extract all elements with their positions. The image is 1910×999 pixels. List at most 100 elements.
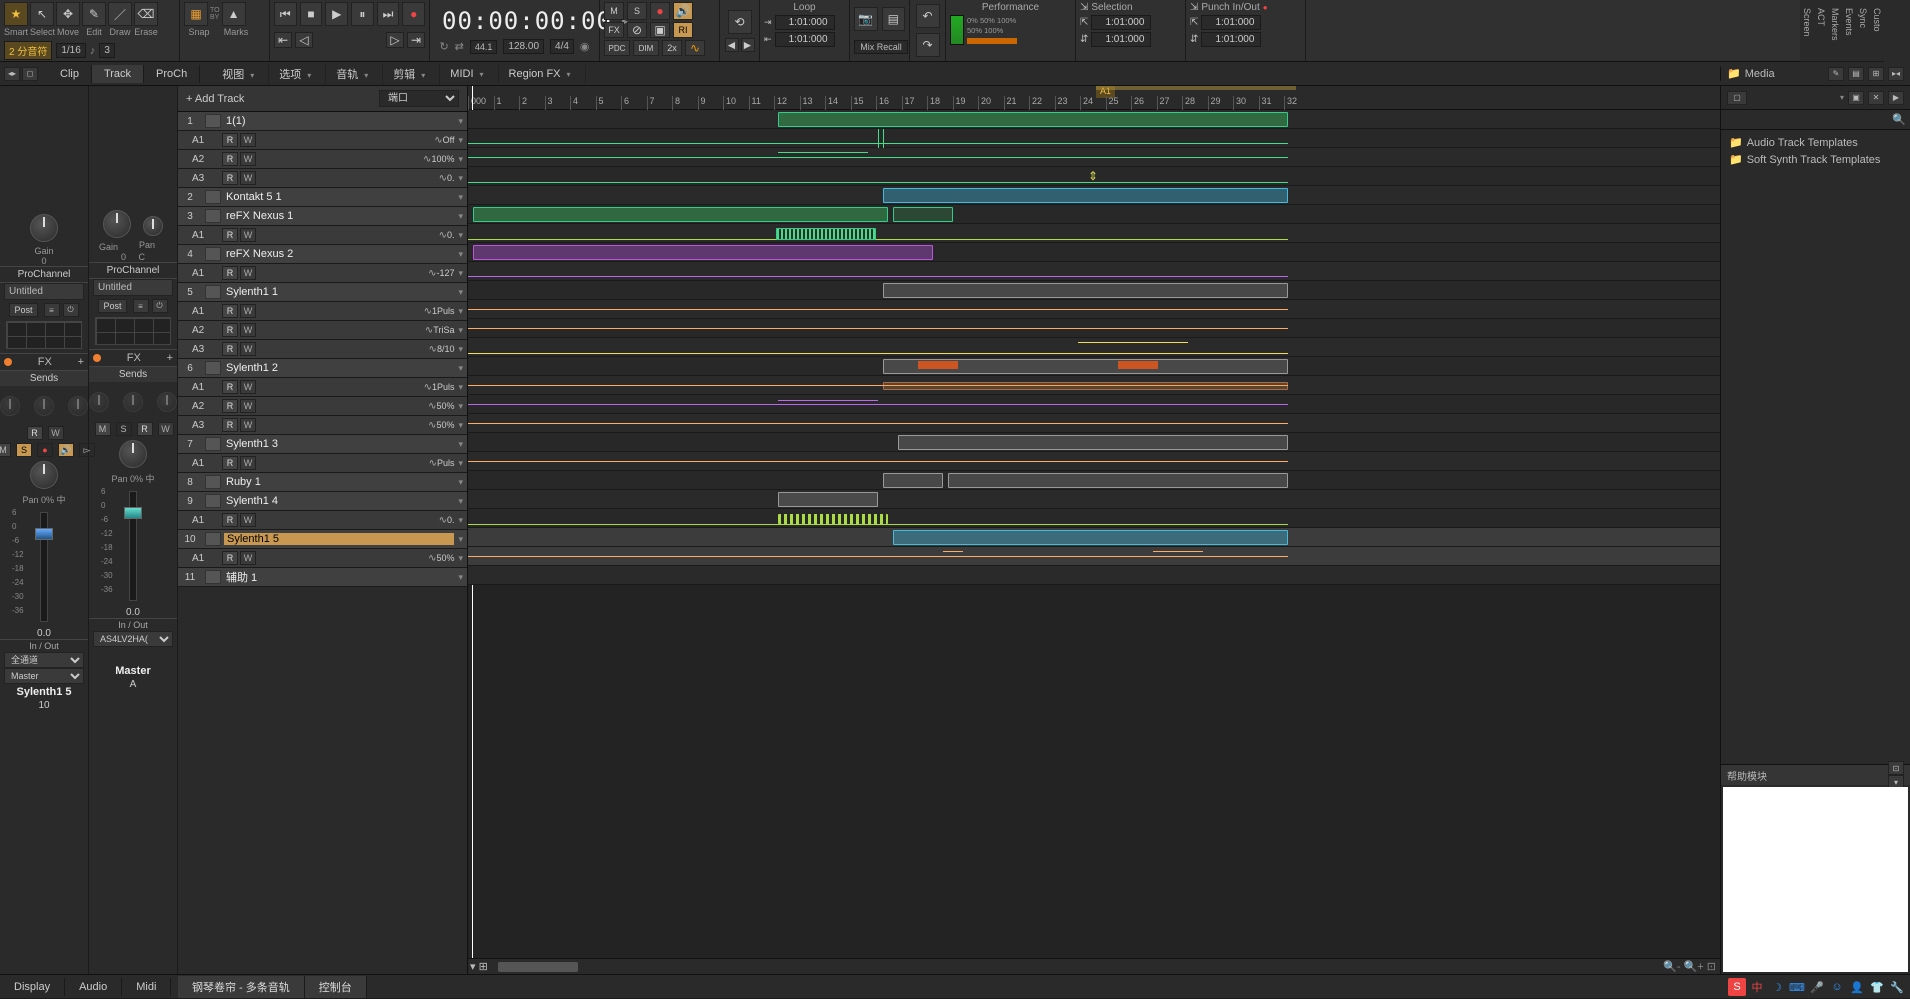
- auto-write-button[interactable]: W: [240, 266, 256, 280]
- loop-region[interactable]: [1096, 86, 1296, 90]
- automation-line[interactable]: [468, 461, 1288, 462]
- punch-icon[interactable]: ⇲: [1190, 2, 1198, 13]
- wave-button[interactable]: ∿: [685, 40, 705, 56]
- loop-start[interactable]: 1:01:000: [775, 15, 835, 30]
- snap-grid-button[interactable]: ▦: [184, 2, 208, 26]
- track-name[interactable]: Kontakt 5 1: [224, 191, 454, 203]
- ripple-prev[interactable]: ◄: [725, 38, 739, 52]
- inspector-collapse[interactable]: ◂▸: [4, 67, 20, 81]
- track-name[interactable]: Sylenth1 1: [224, 286, 454, 298]
- track-automation-row[interactable]: A1 R W ∿ -127 ▾: [178, 264, 467, 283]
- vtab-screen[interactable]: Screen: [1800, 0, 1814, 62]
- track-menu-icon[interactable]: ▾: [454, 192, 467, 203]
- auto-read-button[interactable]: R: [222, 304, 238, 318]
- timeline-lane[interactable]: [468, 547, 1720, 566]
- clip[interactable]: [883, 283, 1288, 298]
- track-name[interactable]: Ruby 1: [224, 476, 454, 488]
- auto-read-button[interactable]: R: [222, 133, 238, 147]
- volume-fader[interactable]: [40, 512, 48, 622]
- loop-end[interactable]: 1:01:000: [775, 32, 835, 47]
- track-lanes[interactable]: ⇕: [468, 110, 1720, 585]
- forward-button[interactable]: ⏭: [377, 2, 400, 26]
- timeline-lane[interactable]: [468, 509, 1720, 528]
- automation-line[interactable]: [468, 239, 1288, 240]
- step-back-button[interactable]: ◁: [295, 32, 313, 48]
- timeline-lane[interactable]: [468, 528, 1720, 547]
- automation-line[interactable]: [468, 182, 1288, 183]
- auto-menu-icon[interactable]: ▾: [454, 306, 467, 317]
- tb-shirt-icon[interactable]: 👕: [1868, 978, 1886, 996]
- auto-write-button[interactable]: W: [240, 551, 256, 565]
- ripple-button[interactable]: ⟲: [728, 10, 752, 34]
- auto-menu-icon[interactable]: ▾: [454, 401, 467, 412]
- zoom-controls[interactable]: 🔍- 🔍+ ⊡: [1663, 960, 1716, 973]
- auto-write-button[interactable]: W: [240, 323, 256, 337]
- tb-moon-icon[interactable]: ☽: [1768, 978, 1786, 996]
- tempo-display[interactable]: 128.00: [503, 39, 544, 54]
- tb-tool-icon[interactable]: 🔧: [1888, 978, 1906, 996]
- timeline-lane[interactable]: [468, 300, 1720, 319]
- sel-from-icon[interactable]: ⇲: [1080, 2, 1088, 13]
- auto-menu-icon[interactable]: ▾: [454, 344, 467, 355]
- track-name[interactable]: 辅助 1: [224, 569, 454, 585]
- goto-start-button[interactable]: ⇤: [274, 32, 292, 48]
- browser-location[interactable]: ▢: [1727, 91, 1747, 105]
- prochannel-label[interactable]: ProChannel: [0, 266, 88, 283]
- browser-opt2[interactable]: ▤: [1848, 67, 1864, 81]
- automation-line[interactable]: [468, 353, 1288, 354]
- clip[interactable]: [883, 473, 943, 488]
- timeline-lane[interactable]: [468, 281, 1720, 300]
- tree-item-synth-templates[interactable]: 📁Soft Synth Track Templates: [1725, 151, 1906, 168]
- snap-mou-display[interactable]: 3: [99, 43, 115, 58]
- track-name[interactable]: reFX Nexus 2: [224, 248, 454, 260]
- auto-read-button[interactable]: R: [222, 380, 238, 394]
- auto-write-button[interactable]: W: [240, 304, 256, 318]
- track-header-1[interactable]: 1 1(1) ▾: [178, 112, 467, 131]
- post-button[interactable]: Post: [9, 303, 37, 317]
- tb-ime-icon[interactable]: 中: [1748, 978, 1766, 996]
- tb-mic-icon[interactable]: 🎤: [1808, 978, 1826, 996]
- browser-opt1[interactable]: ✎: [1828, 67, 1844, 81]
- automation-line[interactable]: [468, 524, 1288, 525]
- vtab-act[interactable]: ACT: [1814, 0, 1828, 62]
- play-button[interactable]: ▶: [325, 2, 348, 26]
- punch-out[interactable]: 1:01:000: [1201, 32, 1261, 47]
- automation-line[interactable]: [468, 157, 1288, 158]
- auto-menu-icon[interactable]: ▾: [454, 553, 467, 564]
- tab-midi[interactable]: Midi: [122, 978, 171, 996]
- track-menu-icon[interactable]: ▾: [454, 572, 467, 583]
- insp-mon[interactable]: 🔊: [58, 443, 74, 457]
- loop-icon[interactable]: ↻: [439, 40, 448, 53]
- insp-r[interactable]: R: [27, 426, 43, 440]
- tab-proch[interactable]: ProCh: [144, 65, 200, 83]
- dim-button[interactable]: DIM: [633, 40, 659, 56]
- undo-button[interactable]: ↶: [916, 4, 940, 28]
- menu-clips[interactable]: 剪辑: [383, 63, 440, 85]
- output-select[interactable]: Master: [4, 668, 84, 684]
- auto-menu-icon[interactable]: ▾: [454, 135, 467, 146]
- timeline-lane[interactable]: [468, 376, 1720, 395]
- metronome-icon[interactable]: ◉: [580, 40, 590, 53]
- track-header-5[interactable]: 5 Sylenth1 1 ▾: [178, 283, 467, 302]
- auto-read-button[interactable]: R: [222, 228, 238, 242]
- track-menu-icon[interactable]: ▾: [454, 363, 467, 374]
- auto-write-button[interactable]: W: [240, 133, 256, 147]
- automation-line[interactable]: [468, 276, 1288, 277]
- x2-button[interactable]: 2x: [662, 40, 682, 56]
- timeline-lane[interactable]: [468, 338, 1720, 357]
- tb-sogou-icon[interactable]: S: [1728, 978, 1746, 996]
- track-automation-row[interactable]: A2 R W ∿ 100% ▾: [178, 150, 467, 169]
- vtab-markers[interactable]: Markers: [1828, 0, 1842, 62]
- eq-display[interactable]: [6, 321, 82, 349]
- timeline-lane[interactable]: [468, 395, 1720, 414]
- track-name[interactable]: Sylenth1 3: [224, 438, 454, 450]
- master-fader[interactable]: [129, 491, 137, 601]
- eq-toggle[interactable]: ≡: [44, 303, 60, 317]
- track-header-4[interactable]: 4 reFX Nexus 2 ▾: [178, 245, 467, 264]
- vtab-custom[interactable]: Custo: [1870, 0, 1884, 62]
- browser-opt3[interactable]: ⊞: [1868, 67, 1884, 81]
- auto-menu-icon[interactable]: ▾: [454, 230, 467, 241]
- track-automation-row[interactable]: A1 R W ∿ 0. ▾: [178, 511, 467, 530]
- automation-line[interactable]: [468, 423, 1288, 424]
- auto-write-button[interactable]: W: [240, 418, 256, 432]
